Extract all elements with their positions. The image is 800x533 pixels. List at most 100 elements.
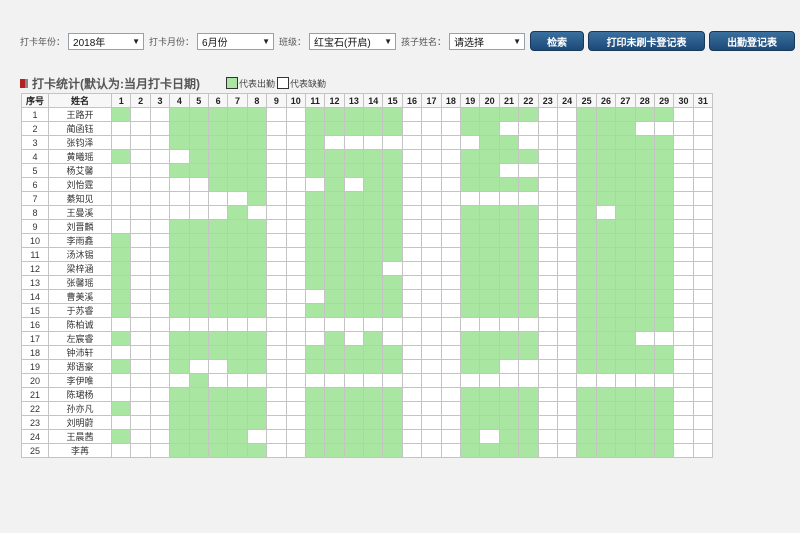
table-row: 18 钟沛轩 bbox=[21, 345, 714, 360]
day-cell-present bbox=[246, 401, 268, 416]
class-select[interactable]: 红宝石(开启) ▼ bbox=[309, 32, 397, 50]
day-cell-present bbox=[227, 177, 248, 192]
day-cell-present bbox=[595, 163, 617, 178]
row-child-name: 刘明蔚 bbox=[48, 415, 112, 430]
year-select[interactable]: 2018年 ▼ bbox=[68, 32, 145, 50]
attendance-register-button[interactable]: 出勤登记表 bbox=[709, 31, 796, 51]
day-cell-present bbox=[110, 331, 132, 346]
day-cell-present bbox=[653, 177, 675, 192]
day-cell-present bbox=[634, 191, 655, 206]
day-cell-present bbox=[169, 163, 190, 178]
day-cell-present bbox=[382, 275, 403, 290]
month-select[interactable]: 6月份 ▼ bbox=[197, 32, 275, 50]
day-cell-present bbox=[363, 401, 384, 416]
day-cell-present bbox=[304, 429, 326, 444]
day-cell-absent bbox=[266, 303, 287, 318]
day-cell-absent bbox=[285, 401, 306, 416]
day-cell-present bbox=[188, 443, 209, 458]
day-cell-present bbox=[324, 345, 345, 360]
day-cell-absent bbox=[266, 247, 287, 262]
day-cell-absent bbox=[149, 289, 171, 304]
day-cell-present bbox=[363, 261, 384, 276]
day-cell-present bbox=[518, 387, 539, 402]
day-cell-absent bbox=[149, 415, 171, 430]
day-cell-present bbox=[653, 359, 675, 374]
day-cell-absent bbox=[692, 317, 714, 332]
day-cell-present bbox=[207, 177, 229, 192]
day-cell-present bbox=[324, 261, 345, 276]
child-name-select[interactable]: 请选择 ▼ bbox=[449, 32, 526, 50]
day-cell-absent bbox=[110, 135, 132, 150]
day-cell-present bbox=[363, 219, 384, 234]
day-cell-present bbox=[518, 289, 539, 304]
day-cell-absent bbox=[304, 317, 326, 332]
search-button[interactable]: 检索 bbox=[530, 31, 585, 51]
day-cell-present bbox=[595, 317, 617, 332]
day-cell-present bbox=[207, 247, 229, 262]
day-cell-present bbox=[460, 359, 481, 374]
day-column-header: 19 bbox=[460, 93, 481, 108]
day-cell-present bbox=[188, 373, 209, 388]
table-header-row: 序号 姓名 1 2 3 4 5 6 7 8 9 10 11 12 13 14 15 16 17 18 19 20 21 22 2… bbox=[21, 93, 714, 108]
day-cell-absent bbox=[653, 331, 675, 346]
day-cell-absent bbox=[266, 135, 287, 150]
day-cell-present bbox=[518, 275, 539, 290]
day-cell-present bbox=[363, 415, 384, 430]
day-cell-absent bbox=[266, 177, 287, 192]
day-cell-absent bbox=[673, 387, 694, 402]
day-cell-absent bbox=[537, 191, 558, 206]
day-column-header: 3 bbox=[149, 93, 171, 108]
row-child-name: 梁梓涵 bbox=[48, 261, 112, 276]
day-cell-absent bbox=[556, 401, 578, 416]
day-cell-absent bbox=[440, 205, 462, 220]
day-cell-absent bbox=[363, 317, 384, 332]
print-missing-register-button[interactable]: 打印未刷卡登记表 bbox=[588, 31, 706, 51]
day-cell-absent bbox=[401, 107, 423, 122]
day-cell-present bbox=[498, 429, 520, 444]
day-cell-present bbox=[207, 345, 229, 360]
day-cell-absent bbox=[149, 107, 171, 122]
day-cell-present bbox=[343, 247, 365, 262]
day-column-header: 9 bbox=[266, 93, 287, 108]
day-cell-present bbox=[188, 121, 209, 136]
day-cell-present bbox=[188, 303, 209, 318]
day-column-header: 21 bbox=[498, 93, 520, 108]
day-cell-present bbox=[479, 443, 500, 458]
day-column-header: 25 bbox=[576, 93, 597, 108]
day-cell-absent bbox=[673, 373, 694, 388]
day-cell-absent bbox=[421, 387, 442, 402]
day-cell-present bbox=[460, 331, 481, 346]
day-cell-present bbox=[382, 107, 403, 122]
row-seq: 12 bbox=[21, 261, 49, 276]
day-cell-absent bbox=[169, 177, 190, 192]
day-cell-absent bbox=[130, 387, 151, 402]
chevron-down-icon: ▼ bbox=[132, 36, 141, 46]
day-cell-present bbox=[653, 233, 675, 248]
day-cell-absent bbox=[285, 443, 306, 458]
day-cell-absent bbox=[537, 121, 558, 136]
day-cell-present bbox=[324, 443, 345, 458]
day-cell-absent bbox=[401, 345, 423, 360]
day-cell-present bbox=[246, 331, 268, 346]
day-cell-present bbox=[343, 443, 365, 458]
day-cell-absent bbox=[285, 107, 306, 122]
day-cell-present bbox=[207, 429, 229, 444]
day-cell-absent bbox=[382, 135, 403, 150]
table-row: 15 于苏睿 bbox=[21, 303, 714, 318]
day-cell-absent bbox=[149, 429, 171, 444]
day-cell-present bbox=[324, 429, 345, 444]
day-cell-absent bbox=[266, 373, 287, 388]
section-header: 打卡统计(默认为:当月打卡日期) 代表出勤 代表缺勤 bbox=[20, 76, 328, 91]
day-cell-present bbox=[615, 135, 636, 150]
day-cell-absent bbox=[266, 289, 287, 304]
day-cell-absent bbox=[440, 289, 462, 304]
day-cell-present bbox=[246, 387, 268, 402]
day-cell-present bbox=[304, 345, 326, 360]
day-cell-present bbox=[653, 135, 675, 150]
day-cell-present bbox=[653, 107, 675, 122]
table-row: 13 张馨瑶 bbox=[21, 275, 714, 290]
day-cell-present bbox=[576, 429, 597, 444]
row-seq: 21 bbox=[21, 387, 49, 402]
day-cell-present bbox=[498, 149, 520, 164]
day-cell-present bbox=[634, 261, 655, 276]
